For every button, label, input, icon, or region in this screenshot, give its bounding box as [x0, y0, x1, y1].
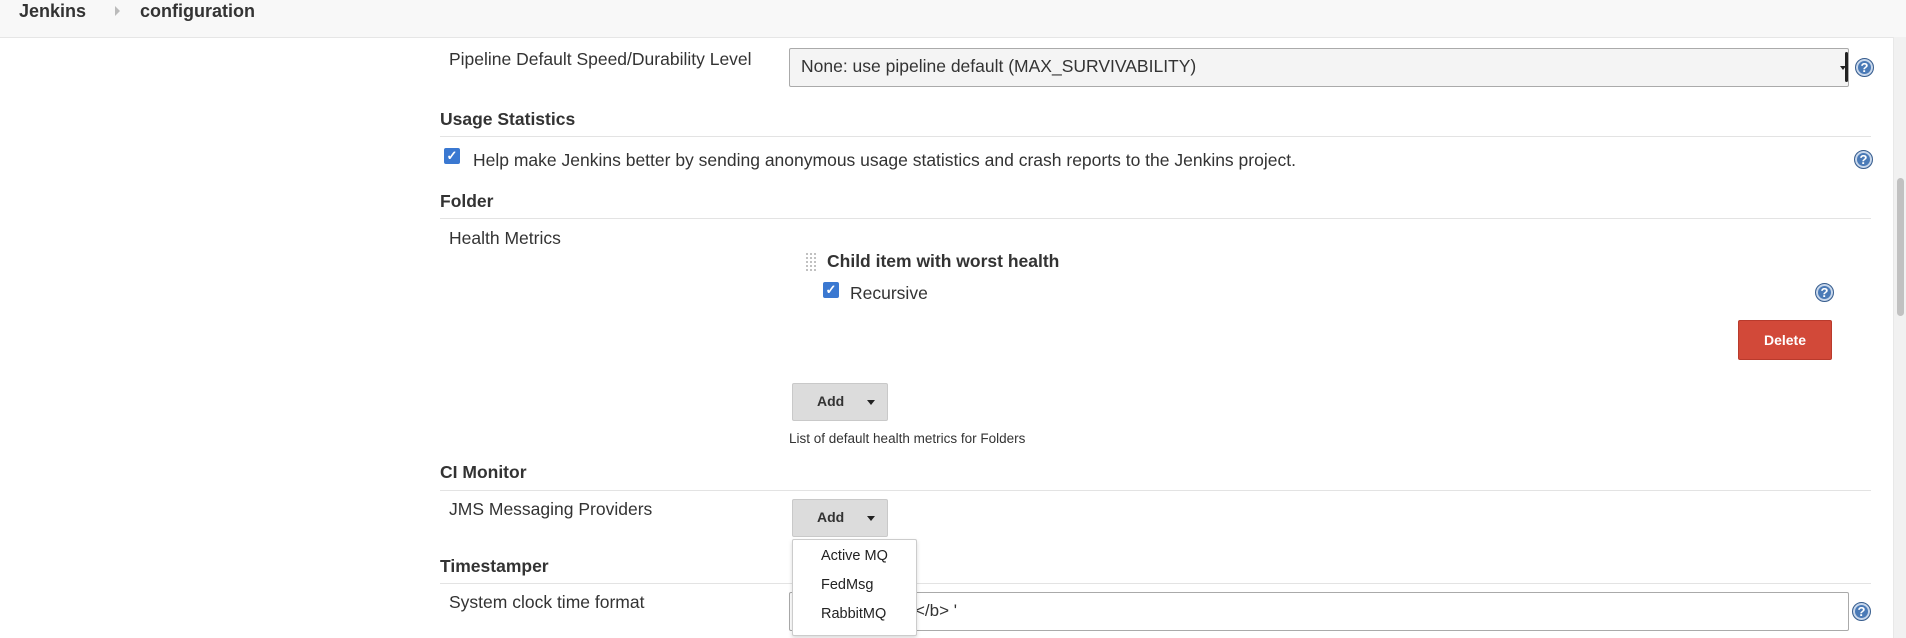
add-button-label: Add: [817, 393, 845, 409]
section-divider: [440, 136, 1871, 137]
caret-down-icon: [867, 516, 875, 521]
metric-title: Child item with worst health: [827, 251, 1060, 271]
section-divider: [440, 218, 1871, 219]
breadcrumb-configuration[interactable]: configuration: [140, 1, 255, 22]
breadcrumb-jenkins[interactable]: Jenkins: [19, 1, 86, 22]
jms-provider-dropdown-menu: Active MQ FedMsg RabbitMQ: [792, 539, 917, 636]
health-metrics-description: List of default health metrics for Folde…: [789, 431, 1026, 446]
section-title-usage-statistics: Usage Statistics: [440, 109, 576, 129]
pipeline-durability-label: Pipeline Default Speed/Durability Level: [449, 49, 752, 69]
pipeline-durability-select[interactable]: None: use pipeline default (MAX_SURVIVAB…: [789, 48, 1849, 87]
top-bar: Jenkins configuration: [0, 0, 1906, 38]
section-divider: [440, 583, 1871, 584]
delete-metric-button[interactable]: Delete: [1738, 320, 1832, 360]
help-icon[interactable]: ?: [1855, 58, 1874, 77]
clock-format-input[interactable]: </b> ': [789, 592, 1849, 631]
section-divider: [440, 490, 1871, 491]
menu-item-rabbitmq[interactable]: RabbitMQ: [821, 606, 886, 622]
recursive-checkbox[interactable]: ✓: [823, 282, 839, 298]
breadcrumb-separator-icon: [115, 6, 120, 16]
vertical-scrollbar[interactable]: [1893, 37, 1906, 638]
section-title-ci-monitor: CI Monitor: [440, 462, 527, 482]
add-health-metric-button[interactable]: Add: [792, 383, 888, 421]
help-icon[interactable]: ?: [1854, 150, 1873, 169]
section-title-timestamper: Timestamper: [440, 556, 549, 576]
usage-stats-label: Help make Jenkins better by sending anon…: [473, 150, 1296, 170]
clock-format-label: System clock time format: [449, 592, 645, 612]
caret-down-icon: [1840, 66, 1846, 70]
scrollbar-thumb[interactable]: [1897, 178, 1904, 316]
clock-format-value: </b> ': [915, 601, 958, 620]
recursive-label: Recursive: [850, 283, 928, 303]
add-jms-provider-button[interactable]: Add: [792, 499, 888, 537]
section-title-folder: Folder: [440, 191, 494, 211]
help-icon[interactable]: ?: [1815, 283, 1834, 302]
caret-down-icon: [867, 400, 875, 405]
health-metrics-label: Health Metrics: [449, 228, 561, 248]
add-button-label: Add: [817, 509, 845, 525]
menu-item-active-mq[interactable]: Active MQ: [821, 548, 888, 564]
jms-providers-label: JMS Messaging Providers: [449, 499, 653, 519]
menu-item-fedmsg[interactable]: FedMsg: [821, 577, 873, 593]
drag-handle-icon[interactable]: [805, 252, 817, 272]
pipeline-durability-value: None: use pipeline default (MAX_SURVIVAB…: [801, 56, 1197, 76]
usage-stats-checkbox[interactable]: ✓: [444, 148, 460, 164]
help-icon[interactable]: ?: [1852, 602, 1871, 621]
